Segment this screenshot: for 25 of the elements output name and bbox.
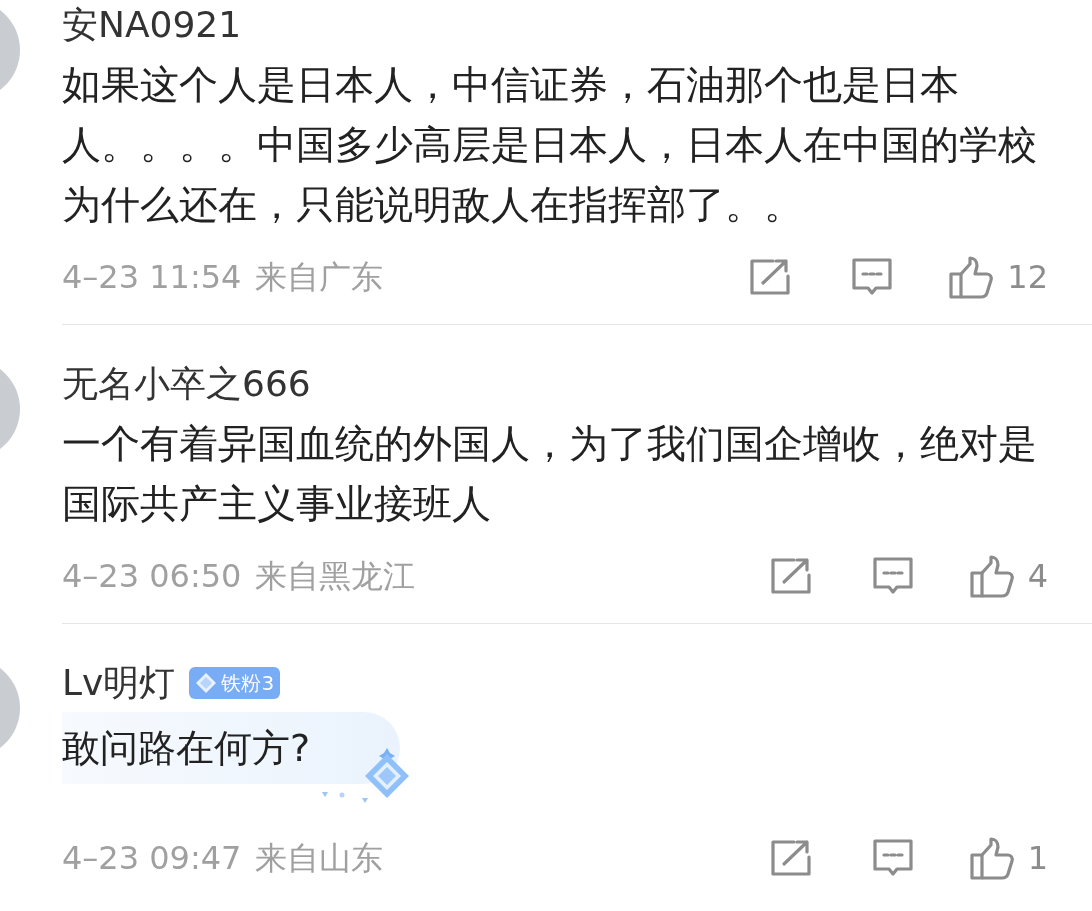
comment-icon[interactable] (871, 838, 914, 878)
comment-icon[interactable] (871, 556, 914, 596)
fan-badge: 铁粉3 (189, 667, 281, 699)
comment-location: 来自广东 (255, 257, 384, 298)
like-count: 12 (1007, 257, 1048, 298)
share-icon[interactable] (769, 557, 812, 595)
comment-time: 4–23 06:50 (62, 556, 242, 597)
thumbs-up-icon[interactable] (969, 553, 1016, 599)
comment-time: 4–23 11:54 (62, 257, 242, 298)
username[interactable]: 安NA0921 (62, 0, 242, 52)
comment-location: 来自山东 (255, 838, 384, 879)
comment-text: 如果这个人是日本人，中信证券，石油那个也是日本人。。。。中国多少高层是日本人，日本人在中国的学校为什么还在，只能说明敌人在指挥部了。。 (62, 61, 1038, 229)
share-icon[interactable] (749, 258, 792, 296)
comment-text: 敢问路在何方? (62, 724, 311, 772)
share-icon[interactable] (769, 839, 812, 877)
thumbs-up-icon[interactable] (949, 254, 996, 300)
username[interactable]: 无名小卒之666 (62, 357, 311, 411)
comment-location: 来自黑龙江 (255, 556, 416, 597)
username[interactable]: Lv明灯 (62, 656, 176, 710)
like-count: 1 (1027, 838, 1048, 879)
comment-icon[interactable] (851, 257, 894, 297)
comment-time: 4–23 09:47 (62, 838, 242, 879)
comment-text: 一个有着异国血统的外国人，为了我们国企增收，绝对是国际共产主义事业接班人 (62, 420, 1038, 528)
like-count: 4 (1027, 556, 1048, 597)
thumbs-up-icon[interactable] (969, 835, 1016, 881)
